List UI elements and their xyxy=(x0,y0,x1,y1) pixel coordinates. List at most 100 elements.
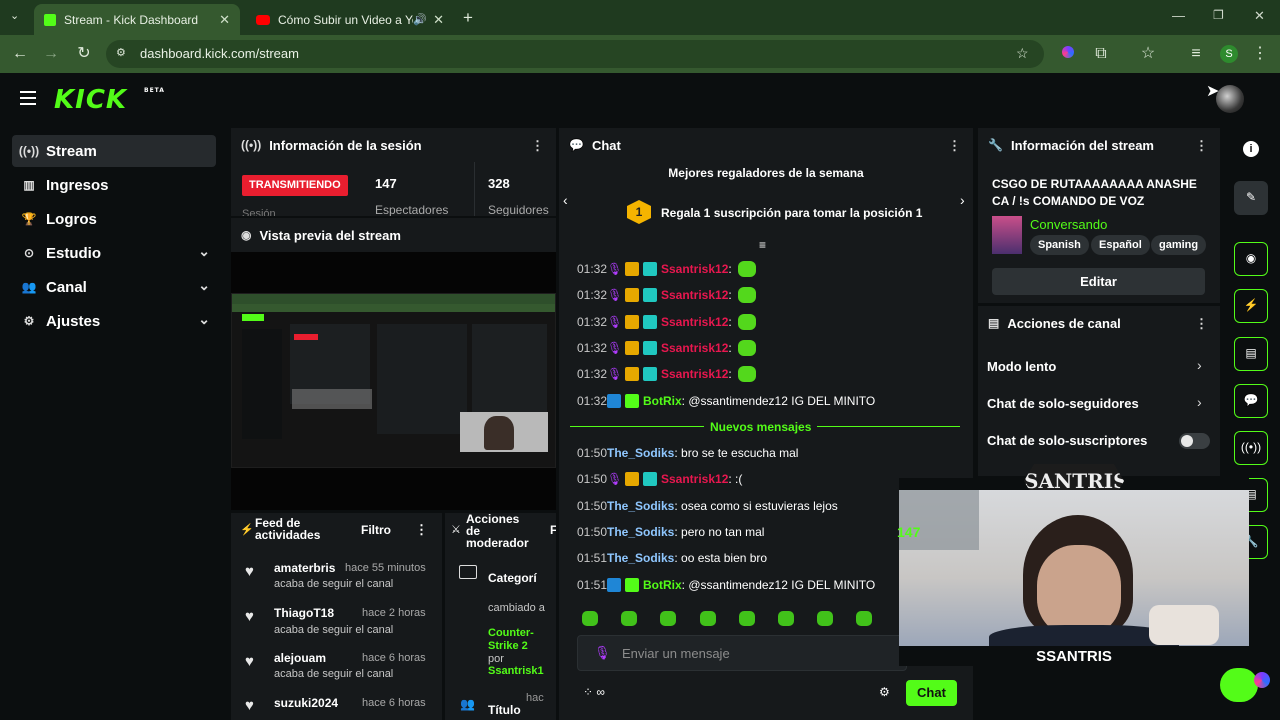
message-text: : xyxy=(728,340,732,355)
info-icon[interactable]: i xyxy=(1243,141,1259,157)
bookmarks-icon[interactable]: ☆ xyxy=(1138,44,1158,64)
subscriber-badge-icon xyxy=(643,472,657,487)
feed-user[interactable]: amaterbris xyxy=(274,561,335,575)
more-options-icon[interactable]: ⋮ xyxy=(1195,316,1208,332)
message-username[interactable]: BotRix xyxy=(643,394,682,408)
speaker-icon[interactable]: 🔊 xyxy=(413,13,427,26)
extensions-puzzle-icon[interactable]: ⧉ xyxy=(1091,44,1111,64)
message-username[interactable]: The_Sodiks xyxy=(607,551,674,565)
chat-badges-icon[interactable]: ⁘ ∞ xyxy=(583,685,605,699)
chevron-right-icon[interactable]: › xyxy=(960,192,965,208)
kick-header: KICK BETA ➤ xyxy=(0,73,1280,127)
notes-toggle-button[interactable]: ▤ xyxy=(1234,337,1268,371)
sidebar-item-logros[interactable]: 🏆 Logros xyxy=(12,203,216,235)
tab-search-icon[interactable]: ⌄ xyxy=(10,9,19,22)
reload-icon[interactable]: ↻ xyxy=(74,44,94,64)
emote-icon[interactable] xyxy=(660,611,676,626)
tag-gaming[interactable]: gaming xyxy=(1151,235,1207,255)
activity-toggle-button[interactable]: ⚡ xyxy=(1234,289,1268,323)
bookmark-star-icon[interactable]: ☆ xyxy=(1016,45,1029,62)
followers-only-toggle[interactable]: Chat de solo-seguidores xyxy=(987,396,1139,411)
hamburger-menu-icon[interactable] xyxy=(20,91,36,105)
more-options-icon[interactable]: ⋮ xyxy=(948,138,961,154)
message-username[interactable]: The_Sodiks xyxy=(607,446,674,460)
emote-icon[interactable] xyxy=(739,611,755,626)
message-username[interactable]: Ssantrisk12 xyxy=(661,288,728,302)
message-username[interactable]: Ssantrisk12 xyxy=(661,315,728,329)
edit-stream-button[interactable]: Editar xyxy=(992,268,1205,295)
chevron-left-icon[interactable]: ‹ xyxy=(563,192,568,208)
filter-button[interactable]: Filtro xyxy=(361,523,391,537)
broadcast-toggle-button[interactable]: ((•)) xyxy=(1234,431,1268,465)
subscribers-only-switch[interactable] xyxy=(1179,433,1210,449)
mod-category[interactable]: Counter-Strike 2 xyxy=(488,627,543,653)
message-username[interactable]: Ssantrisk12 xyxy=(661,367,728,381)
back-icon[interactable]: ← xyxy=(10,44,30,64)
mod-user[interactable]: Ssantrisk1 xyxy=(488,665,544,677)
preview-toggle-button[interactable]: ◉ xyxy=(1234,242,1268,276)
user-avatar[interactable] xyxy=(1216,85,1244,113)
slow-mode-toggle[interactable]: Modo lento xyxy=(987,359,1056,374)
close-tab-icon[interactable]: ✕ xyxy=(433,12,444,28)
profile-avatar[interactable]: S xyxy=(1220,45,1238,63)
feed-user[interactable]: suzuki2024 xyxy=(274,696,338,710)
send-chat-button[interactable]: Chat xyxy=(906,680,957,706)
extension-color-icon[interactable] xyxy=(1058,44,1078,64)
heart-icon: ♥ xyxy=(245,697,254,714)
stream-preview-video[interactable] xyxy=(231,293,556,468)
tab-stream-dashboard[interactable]: Stream - Kick Dashboard ✕ xyxy=(34,4,240,35)
new-tab-button[interactable]: + xyxy=(463,8,473,28)
tab-youtube[interactable]: Cómo Subir un Video a You 🔊 ✕ xyxy=(246,4,454,35)
sidebar-item-ajustes[interactable]: ⚙ Ajustes ⌄ xyxy=(12,305,216,337)
emote-icon[interactable] xyxy=(582,611,598,626)
site-info-icon[interactable]: ⚙ xyxy=(116,46,126,59)
sidebar-item-ingresos[interactable]: ▥ Ingresos xyxy=(12,169,216,201)
kick-bubble-button[interactable] xyxy=(1220,668,1258,702)
address-bar[interactable]: ⚙ dashboard.kick.com/stream ☆ xyxy=(106,40,1044,68)
sidebar-item-estudio[interactable]: ⊙ Estudio ⌄ xyxy=(12,237,216,269)
chat-settings-icon[interactable]: ⚙ xyxy=(879,685,890,699)
tag-spanish[interactable]: Spanish xyxy=(1030,235,1089,255)
message-username[interactable]: The_Sodiks xyxy=(607,499,674,513)
feed-user[interactable]: alejouam xyxy=(274,651,326,665)
category-change-icon xyxy=(459,565,477,579)
panel-header: 💬 Chat ⋮ xyxy=(559,128,973,162)
close-tab-icon[interactable]: ✕ xyxy=(219,12,230,28)
minimize-window-icon[interactable]: — xyxy=(1172,8,1185,23)
ai-assistant-icon[interactable] xyxy=(1254,672,1270,688)
message-username[interactable]: The_Sodiks xyxy=(607,525,674,539)
message-time: 01:32 xyxy=(577,393,608,408)
kick-logo[interactable]: KICK BETA xyxy=(54,85,164,115)
chat-toggle-button[interactable]: 💬 xyxy=(1234,384,1268,418)
more-options-icon[interactable]: ⋮ xyxy=(415,522,428,538)
sidebar-item-stream[interactable]: ((•)) Stream xyxy=(12,135,216,167)
collapse-icon[interactable]: ≡ xyxy=(759,238,766,252)
close-window-icon[interactable]: ✕ xyxy=(1254,8,1265,24)
forward-icon[interactable]: → xyxy=(41,44,61,64)
edit-pencil-button[interactable]: ✎ xyxy=(1234,181,1268,215)
message-username[interactable]: Ssantrisk12 xyxy=(661,472,728,486)
more-options-icon[interactable]: ⋮ xyxy=(1195,138,1208,154)
emote-icon[interactable] xyxy=(621,611,637,626)
category-name[interactable]: Conversando xyxy=(1030,217,1107,232)
gifters-title: Mejores regaladores de la semana xyxy=(668,166,864,180)
mod-next-title: Título xyxy=(488,703,521,717)
emote-icon[interactable] xyxy=(817,611,833,626)
emote-icon[interactable] xyxy=(856,611,872,626)
restore-window-icon[interactable]: ❐ xyxy=(1213,8,1224,22)
message-username[interactable]: Ssantrisk12 xyxy=(661,262,728,276)
chevron-right-icon[interactable]: › xyxy=(1197,394,1202,410)
message-username[interactable]: Ssantrisk12 xyxy=(661,341,728,355)
more-options-icon[interactable]: ⋮ xyxy=(531,138,544,154)
tag-espanol[interactable]: Español xyxy=(1091,235,1150,255)
chat-input[interactable]: 🎙 Enviar un mensaje xyxy=(577,635,907,671)
media-control-icon[interactable]: ≡ xyxy=(1186,44,1206,64)
browser-menu-icon[interactable]: ⋮ xyxy=(1250,44,1270,64)
chevron-right-icon[interactable]: › xyxy=(1197,357,1202,373)
message-username[interactable]: BotRix xyxy=(643,578,682,592)
emote-icon[interactable] xyxy=(778,611,794,626)
emote-icon[interactable] xyxy=(700,611,716,626)
stream-preview-panel: ◉ Vista previa del stream xyxy=(231,218,556,510)
sidebar-item-canal[interactable]: 👥 Canal ⌄ xyxy=(12,271,216,303)
feed-user[interactable]: ThiagoT18 xyxy=(274,606,334,620)
